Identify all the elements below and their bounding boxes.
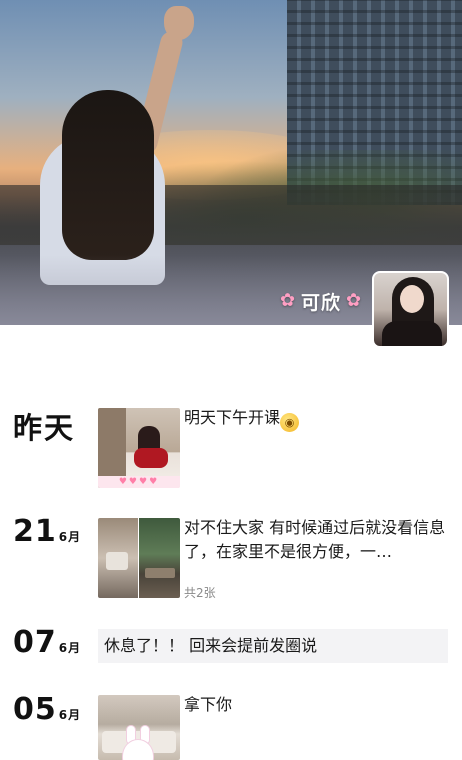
date-label: 昨天 bbox=[13, 411, 76, 445]
text-post-bubble[interactable]: 休息了！！ 回来会提前发圈说 bbox=[98, 629, 448, 663]
heart-strip: ♥♥♥♥ bbox=[98, 476, 180, 488]
post-text: 拿下你 bbox=[184, 695, 233, 714]
avatar-clothes bbox=[382, 321, 442, 346]
date-label: 21 6月 bbox=[13, 514, 81, 549]
post-text-content: 明天下午开课 bbox=[184, 408, 281, 427]
timeline-entry[interactable]: 21 6月 对不住大家 有时候通过后就没看信息了，在家里不是很方便，一… 共2张 bbox=[0, 514, 462, 604]
date-day: 21 bbox=[13, 514, 57, 549]
peace-sign-hand bbox=[164, 6, 194, 40]
image-count: 共2张 bbox=[184, 586, 216, 600]
cherry-blossom-icon: ✿ bbox=[345, 290, 363, 311]
post-thumbnail[interactable]: ♥♥♥♥ bbox=[98, 408, 180, 488]
avatar[interactable] bbox=[372, 271, 449, 348]
mirror bbox=[106, 552, 128, 570]
post-text: 对不住大家 有时候通过后就没看信息了，在家里不是很方便，一… bbox=[184, 518, 446, 561]
profile-nickname[interactable]: ✿ 可欣 ✿ bbox=[277, 285, 365, 317]
flushed-face-emoji: ◉ bbox=[280, 413, 300, 432]
timeline-entry[interactable]: 昨天 ♥♥♥♥ 明天下午开课 ◉ bbox=[0, 405, 462, 495]
thumbnail-image-2 bbox=[139, 518, 180, 598]
date-label: 07 6月 bbox=[13, 625, 81, 660]
avatar-face bbox=[400, 285, 424, 313]
date-month: 6月 bbox=[58, 641, 82, 655]
date-month: 6月 bbox=[58, 708, 82, 722]
red-dress bbox=[134, 448, 168, 468]
post-thumbnail[interactable] bbox=[98, 695, 180, 760]
post-thumbnail[interactable] bbox=[98, 518, 180, 598]
cherry-blossom-icon: ✿ bbox=[279, 290, 297, 311]
thumbnail-image-1 bbox=[98, 518, 138, 598]
table bbox=[145, 568, 175, 578]
timeline-entry[interactable]: 07 6月 休息了！！ 回来会提前发圈说 bbox=[0, 625, 462, 666]
date-day: 05 bbox=[13, 692, 57, 727]
date-label: 05 6月 bbox=[13, 692, 81, 727]
timeline-entry[interactable]: 05 6月 拿下你 bbox=[0, 692, 462, 760]
person-hair bbox=[62, 90, 154, 260]
date-day: 07 bbox=[13, 625, 57, 660]
post-text: 明天下午开课 ◉ bbox=[184, 406, 448, 432]
nickname-text: 可欣 bbox=[300, 291, 341, 314]
date-month: 6月 bbox=[58, 530, 82, 544]
